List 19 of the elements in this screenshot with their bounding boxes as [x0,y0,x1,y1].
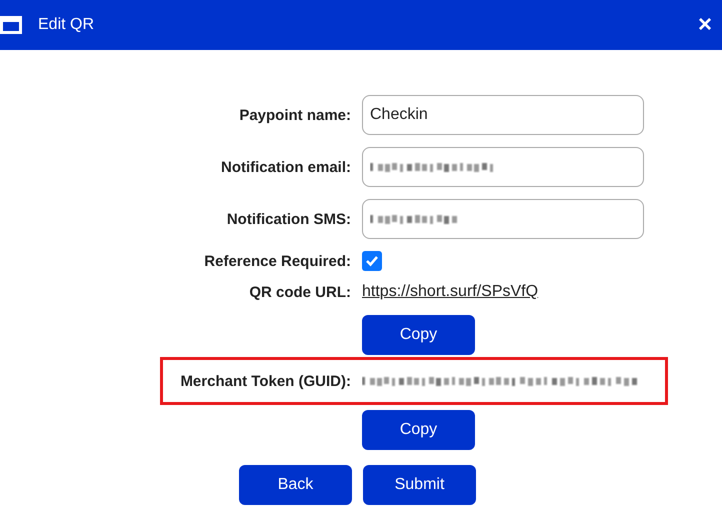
field-label: QR code URL: [248,284,351,300]
submit-button[interactable]: Submit [363,465,476,505]
field-label: Notification email: [220,158,351,176]
field-label: Notification SMS: [226,210,351,228]
field-label: Paypoint name: [238,106,351,124]
url-link[interactable]: https://short.surf/SPsVfQ [362,283,538,301]
input-field[interactable] [362,147,644,187]
input-field[interactable]: Checkin [362,95,644,135]
checkmark-icon [365,255,379,267]
back-button[interactable]: Back [239,465,352,505]
window-icon [0,16,22,34]
input-field[interactable] [362,199,644,239]
copy-button[interactable]: Copy [362,315,475,355]
field-label: Merchant Token (GUID): [179,372,351,390]
field-label: Reference Required: [203,252,351,270]
window-title: Edit QR [38,16,96,34]
copy-button[interactable]: Copy [362,410,475,450]
close-button[interactable]: × [698,11,712,39]
checkbox[interactable] [362,251,382,271]
